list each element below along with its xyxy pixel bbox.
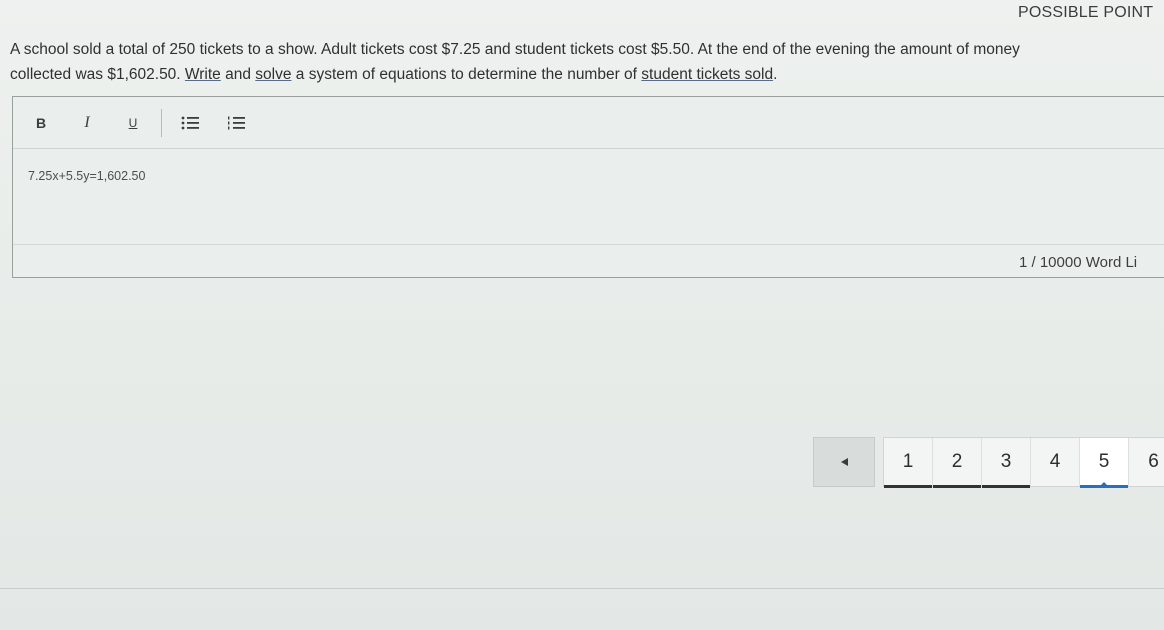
solve-link: solve — [255, 66, 292, 83]
editor-toolbar: B I U — [13, 97, 1164, 149]
page-2-button[interactable]: 2 — [933, 438, 982, 488]
bottom-divider — [0, 588, 1164, 589]
write-link: Write — [184, 66, 221, 83]
question-text-mid: a system of equations to determine the n… — [291, 66, 642, 83]
bulleted-list-button[interactable] — [178, 111, 202, 135]
question-text-and: and — [220, 66, 256, 83]
underline-button[interactable]: U — [121, 111, 145, 135]
answer-editor: B I U 7.25x+5.5y=1,602.50 — [12, 96, 1164, 278]
underline-icon: U — [128, 115, 138, 130]
page-6-button[interactable]: 6 — [1129, 438, 1164, 486]
page-number: 1 — [902, 451, 914, 472]
possible-points-label: POSSIBLE POINT — [1018, 4, 1154, 21]
previous-page-button[interactable] — [813, 437, 875, 487]
page-number: 6 — [1148, 451, 1159, 472]
page-number: 5 — [1098, 451, 1110, 472]
question-line-2: collected was $1,602.50. Write and solve… — [10, 62, 1160, 87]
page-number: 2 — [951, 451, 963, 472]
answer-text: 7.25x+5.5y=1,602.50 — [28, 169, 146, 183]
question-text-end: . — [773, 66, 778, 83]
toolbar-divider — [161, 108, 162, 137]
bold-icon: B — [35, 114, 47, 131]
question-text-prefix: collected was $1,602.50. — [10, 66, 185, 83]
page-4-button[interactable]: 4 — [1031, 438, 1080, 486]
page-number: 4 — [1049, 451, 1061, 472]
italic-button[interactable]: I — [75, 111, 99, 135]
page-list: 1 2 3 4 5 6 — [883, 437, 1164, 488]
page-number: 3 — [1000, 451, 1012, 472]
word-limit-counter: 1 / 10000 Word Li — [1019, 254, 1138, 271]
bold-button[interactable]: B — [29, 111, 53, 135]
question-pagination: 1 2 3 4 5 6 — [813, 437, 1164, 488]
left-arrow-icon — [841, 458, 848, 466]
page-5-button-current[interactable]: 5 — [1080, 438, 1129, 488]
question-line-1: A school sold a total of 250 tickets to … — [10, 41, 1020, 58]
page-1-button[interactable]: 1 — [884, 438, 933, 488]
student-tickets-sold-link: student tickets sold — [641, 66, 774, 83]
italic-icon: I — [84, 113, 90, 131]
question-prompt: A school sold a total of 250 tickets to … — [10, 37, 1160, 87]
page-3-button[interactable]: 3 — [982, 438, 1031, 488]
bulleted-list-icon — [181, 116, 199, 129]
numbered-list-button[interactable] — [224, 111, 248, 135]
numbered-list-icon — [228, 116, 245, 129]
answer-text-area[interactable]: 7.25x+5.5y=1,602.50 — [13, 149, 1164, 245]
